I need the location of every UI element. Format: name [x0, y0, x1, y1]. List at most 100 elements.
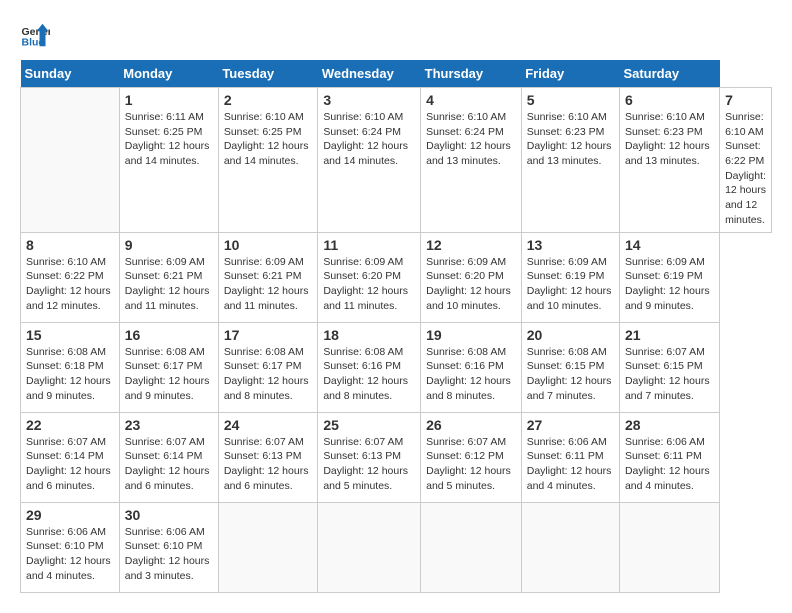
header-day: Wednesday [318, 60, 421, 88]
header-day: Friday [521, 60, 619, 88]
calendar-table: SundayMondayTuesdayWednesdayThursdayFrid… [20, 60, 772, 593]
day-info: Sunrise: 6:10 AMSunset: 6:24 PMDaylight:… [323, 110, 415, 169]
day-info: Sunrise: 6:08 AMSunset: 6:17 PMDaylight:… [125, 345, 213, 404]
day-number: 14 [625, 237, 714, 253]
day-info: Sunrise: 6:09 AMSunset: 6:19 PMDaylight:… [625, 255, 714, 314]
day-info: Sunrise: 6:07 AMSunset: 6:12 PMDaylight:… [426, 435, 516, 494]
day-info: Sunrise: 6:10 AMSunset: 6:22 PMDaylight:… [725, 110, 766, 228]
day-number: 1 [125, 92, 213, 108]
day-number: 12 [426, 237, 516, 253]
header-day: Monday [119, 60, 218, 88]
day-number: 27 [527, 417, 614, 433]
day-number: 25 [323, 417, 415, 433]
day-info: Sunrise: 6:07 AMSunset: 6:14 PMDaylight:… [125, 435, 213, 494]
day-number: 8 [26, 237, 114, 253]
calendar-day-cell [218, 502, 318, 592]
calendar-day-cell: 29 Sunrise: 6:06 AMSunset: 6:10 PMDayligh… [21, 502, 120, 592]
calendar-day-cell: 10Sunrise: 6:09 AMSunset: 6:21 PMDayligh… [218, 232, 318, 322]
calendar-day-cell: 11 Sunrise: 6:09 AMSunset: 6:20 PMDayligh… [318, 232, 421, 322]
calendar-header-row: SundayMondayTuesdayWednesdayThursdayFrid… [21, 60, 772, 88]
day-number: 9 [125, 237, 213, 253]
calendar-day-cell: 30Sunrise: 6:06 AMSunset: 6:10 PMDayligh… [119, 502, 218, 592]
day-info: Sunrise: 6:10 AMSunset: 6:24 PMDaylight:… [426, 110, 516, 169]
day-info: Sunrise: 6:06 AMSunset: 6:10 PMDaylight:… [125, 525, 213, 584]
calendar-day-cell: 15Sunrise: 6:08 AMSunset: 6:18 PMDayligh… [21, 322, 120, 412]
day-number: 16 [125, 327, 213, 343]
day-number: 2 [224, 92, 313, 108]
calendar-day-cell: 13 Sunrise: 6:09 AMSunset: 6:19 PMDayligh… [521, 232, 619, 322]
calendar-week-row: 29 Sunrise: 6:06 AMSunset: 6:10 PMDayligh… [21, 502, 772, 592]
calendar-day-cell: 27 Sunrise: 6:06 AMSunset: 6:11 PMDayligh… [521, 412, 619, 502]
day-number: 28 [625, 417, 714, 433]
day-number: 17 [224, 327, 313, 343]
day-number: 4 [426, 92, 516, 108]
calendar-day-cell: 24Sunrise: 6:07 AMSunset: 6:13 PMDayligh… [218, 412, 318, 502]
calendar-day-cell: 20 Sunrise: 6:08 AMSunset: 6:15 PMDayligh… [521, 322, 619, 412]
day-number: 26 [426, 417, 516, 433]
day-info: Sunrise: 6:08 AMSunset: 6:16 PMDaylight:… [323, 345, 415, 404]
calendar-day-cell: 9 Sunrise: 6:09 AMSunset: 6:21 PMDaylight… [119, 232, 218, 322]
calendar-day-cell [318, 502, 421, 592]
day-info: Sunrise: 6:10 AMSunset: 6:23 PMDaylight:… [527, 110, 614, 169]
day-info: Sunrise: 6:09 AMSunset: 6:20 PMDaylight:… [323, 255, 415, 314]
calendar-day-cell: 18 Sunrise: 6:08 AMSunset: 6:16 PMDayligh… [318, 322, 421, 412]
calendar-day-cell: 14 Sunrise: 6:09 AMSunset: 6:19 PMDayligh… [619, 232, 719, 322]
calendar-day-cell: 17 Sunrise: 6:08 AMSunset: 6:17 PMDayligh… [218, 322, 318, 412]
day-info: Sunrise: 6:10 AMSunset: 6:25 PMDaylight:… [224, 110, 313, 169]
day-number: 11 [323, 237, 415, 253]
day-number: 15 [26, 327, 114, 343]
calendar-week-row: 15Sunrise: 6:08 AMSunset: 6:18 PMDayligh… [21, 322, 772, 412]
day-number: 6 [625, 92, 714, 108]
calendar-day-cell: 19Sunrise: 6:08 AMSunset: 6:16 PMDayligh… [421, 322, 522, 412]
day-number: 5 [527, 92, 614, 108]
day-info: Sunrise: 6:08 AMSunset: 6:16 PMDaylight:… [426, 345, 516, 404]
page-header: General Blue [20, 20, 772, 50]
day-number: 13 [527, 237, 614, 253]
day-info: Sunrise: 6:07 AMSunset: 6:13 PMDaylight:… [224, 435, 313, 494]
calendar-day-cell: 28Sunrise: 6:06 AMSunset: 6:11 PMDayligh… [619, 412, 719, 502]
calendar-day-cell: 5 Sunrise: 6:10 AMSunset: 6:23 PMDaylight… [521, 88, 619, 233]
day-info: Sunrise: 6:06 AMSunset: 6:10 PMDaylight:… [26, 525, 114, 584]
calendar-day-cell: 4 Sunrise: 6:10 AMSunset: 6:24 PMDaylight… [421, 88, 522, 233]
day-number: 20 [527, 327, 614, 343]
day-info: Sunrise: 6:08 AMSunset: 6:17 PMDaylight:… [224, 345, 313, 404]
day-info: Sunrise: 6:07 AMSunset: 6:13 PMDaylight:… [323, 435, 415, 494]
day-info: Sunrise: 6:06 AMSunset: 6:11 PMDaylight:… [527, 435, 614, 494]
calendar-day-cell: 21 Sunrise: 6:07 AMSunset: 6:15 PMDayligh… [619, 322, 719, 412]
calendar-week-row: 22 Sunrise: 6:07 AMSunset: 6:14 PMDayligh… [21, 412, 772, 502]
logo-icon: General Blue [20, 20, 50, 50]
calendar-day-cell: 6 Sunrise: 6:10 AMSunset: 6:23 PMDaylight… [619, 88, 719, 233]
calendar-empty-cell [21, 88, 120, 233]
day-info: Sunrise: 6:09 AMSunset: 6:21 PMDaylight:… [125, 255, 213, 314]
day-number: 29 [26, 507, 114, 523]
calendar-day-cell [421, 502, 522, 592]
logo: General Blue [20, 20, 54, 50]
header-day: Saturday [619, 60, 719, 88]
calendar-day-cell: 22 Sunrise: 6:07 AMSunset: 6:14 PMDayligh… [21, 412, 120, 502]
day-number: 3 [323, 92, 415, 108]
calendar-day-cell: 1 Sunrise: 6:11 AMSunset: 6:25 PMDaylight… [119, 88, 218, 233]
calendar-day-cell: 23 Sunrise: 6:07 AMSunset: 6:14 PMDayligh… [119, 412, 218, 502]
day-info: Sunrise: 6:07 AMSunset: 6:15 PMDaylight:… [625, 345, 714, 404]
day-info: Sunrise: 6:09 AMSunset: 6:21 PMDaylight:… [224, 255, 313, 314]
calendar-day-cell: 12Sunrise: 6:09 AMSunset: 6:20 PMDayligh… [421, 232, 522, 322]
day-info: Sunrise: 6:11 AMSunset: 6:25 PMDaylight:… [125, 110, 213, 169]
day-info: Sunrise: 6:08 AMSunset: 6:15 PMDaylight:… [527, 345, 614, 404]
header-day: Sunday [21, 60, 120, 88]
day-number: 21 [625, 327, 714, 343]
day-number: 7 [725, 92, 766, 108]
day-info: Sunrise: 6:07 AMSunset: 6:14 PMDaylight:… [26, 435, 114, 494]
calendar-day-cell: 16 Sunrise: 6:08 AMSunset: 6:17 PMDayligh… [119, 322, 218, 412]
day-info: Sunrise: 6:09 AMSunset: 6:19 PMDaylight:… [527, 255, 614, 314]
day-number: 22 [26, 417, 114, 433]
calendar-week-row: 8 Sunrise: 6:10 AMSunset: 6:22 PMDaylight… [21, 232, 772, 322]
day-info: Sunrise: 6:10 AMSunset: 6:23 PMDaylight:… [625, 110, 714, 169]
calendar-day-cell: 8 Sunrise: 6:10 AMSunset: 6:22 PMDaylight… [21, 232, 120, 322]
calendar-day-cell: 25 Sunrise: 6:07 AMSunset: 6:13 PMDayligh… [318, 412, 421, 502]
day-number: 18 [323, 327, 415, 343]
header-day: Thursday [421, 60, 522, 88]
calendar-day-cell [619, 502, 719, 592]
day-number: 23 [125, 417, 213, 433]
calendar-day-cell: 2 Sunrise: 6:10 AMSunset: 6:25 PMDaylight… [218, 88, 318, 233]
day-info: Sunrise: 6:10 AMSunset: 6:22 PMDaylight:… [26, 255, 114, 314]
